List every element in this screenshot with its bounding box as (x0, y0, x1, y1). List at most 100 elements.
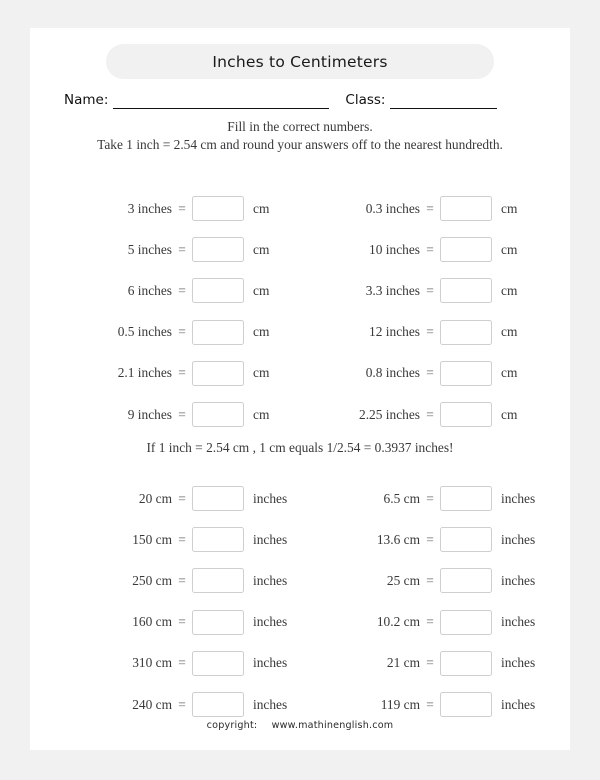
problem-row: 20 cm = inches 6.5 cm = inches (30, 478, 570, 519)
instruction-line-2: Take 1 inch = 2.54 cm and round your ans… (97, 137, 503, 152)
problem-value: 2.25 inches (359, 406, 420, 422)
equals-sign: = (178, 324, 186, 340)
answer-input[interactable] (440, 196, 492, 222)
problem-row: 160 cm = inches 10.2 cm = inches (30, 602, 570, 643)
answer-input[interactable] (192, 237, 244, 263)
equals-sign: = (178, 531, 186, 547)
problem-cell: 150 cm = inches (64, 519, 298, 560)
problem-cell: 310 cm = inches (64, 643, 298, 684)
problem-row: 3 inches = cm 0.3 inches = cm (30, 188, 570, 229)
problem-cell: 2.25 inches = cm (312, 394, 546, 435)
problem-row: 150 cm = inches 13.6 cm = inches (30, 519, 570, 560)
equals-sign: = (426, 365, 434, 381)
problem-unit: inches (253, 572, 288, 588)
answer-input[interactable] (192, 527, 244, 553)
equals-sign: = (426, 200, 434, 216)
instruction-line-1: Fill in the correct numbers. (227, 119, 373, 134)
answer-input[interactable] (192, 278, 244, 304)
problem-value: 0.3 inches (365, 200, 420, 216)
problem-cell: 3.3 inches = cm (312, 270, 546, 311)
answer-input[interactable] (192, 609, 244, 635)
answer-input[interactable] (192, 650, 244, 676)
answer-input[interactable] (440, 568, 492, 594)
footer: copyright: www.mathinenglish.com (30, 720, 570, 731)
answer-input[interactable] (440, 692, 492, 718)
answer-input[interactable] (440, 527, 492, 553)
equals-sign: = (178, 406, 186, 422)
problem-cell: 6 inches = cm (64, 270, 298, 311)
answer-input[interactable] (192, 319, 244, 345)
problem-cell: 2.1 inches = cm (64, 353, 298, 394)
problem-unit: inches (253, 655, 288, 671)
problem-cell: 0.5 inches = cm (64, 312, 298, 353)
problem-unit: inches (501, 490, 536, 506)
answer-input[interactable] (440, 486, 492, 512)
footer-site-link[interactable]: www.mathinenglish.com (272, 720, 394, 731)
page-title: Inches to Centimeters (212, 52, 388, 71)
equals-sign: = (178, 241, 186, 257)
answer-input[interactable] (440, 609, 492, 635)
equals-sign: = (178, 696, 186, 712)
problem-value: 5 inches (127, 241, 172, 257)
equals-sign: = (426, 696, 434, 712)
class-input-rule[interactable] (390, 92, 498, 109)
class-label: Class: (345, 92, 386, 108)
answer-input[interactable] (192, 692, 244, 718)
answer-input[interactable] (192, 360, 244, 386)
answer-input[interactable] (440, 360, 492, 386)
equals-sign: = (178, 614, 186, 630)
problem-unit: inches (253, 614, 288, 630)
equals-sign: = (426, 406, 434, 422)
name-class-line: Name: Class: (64, 85, 540, 109)
answer-input[interactable] (192, 568, 244, 594)
problem-row: 5 inches = cm 10 inches = cm (30, 229, 570, 270)
answer-input[interactable] (440, 402, 492, 428)
problem-cell: 12 inches = cm (312, 312, 546, 353)
equals-sign: = (426, 655, 434, 671)
problem-row: 9 inches = cm 2.25 inches = cm (30, 394, 570, 435)
problem-value: 3 inches (127, 200, 172, 216)
equals-sign: = (426, 324, 434, 340)
problem-cell: 9 inches = cm (64, 394, 298, 435)
title-banner: Inches to Centimeters (106, 44, 494, 79)
problem-value: 0.5 inches (117, 324, 172, 340)
problem-value: 25 cm (386, 572, 420, 588)
answer-input[interactable] (192, 402, 244, 428)
problem-cell: 10 inches = cm (312, 229, 546, 270)
equals-sign: = (178, 365, 186, 381)
problem-unit: cm (501, 365, 518, 381)
problem-unit: cm (501, 241, 518, 257)
problem-unit: cm (501, 282, 518, 298)
conversion-note: If 1 inch = 2.54 cm , 1 cm equals 1/2.54… (146, 440, 454, 455)
problem-cell: 20 cm = inches (64, 478, 298, 519)
problem-cell: 5 inches = cm (64, 229, 298, 270)
answer-input[interactable] (192, 196, 244, 222)
problem-cell: 0.8 inches = cm (312, 353, 546, 394)
section-centimeters-to-inches: 20 cm = inches 6.5 cm = inches 150 cm = inches 13… (30, 478, 570, 725)
problem-unit: cm (253, 200, 270, 216)
problem-unit: cm (253, 282, 270, 298)
problem-value: 13.6 cm (376, 531, 420, 547)
problem-cell: 240 cm = inches (64, 684, 298, 725)
name-input-rule[interactable] (113, 92, 330, 109)
problem-cell: 119 cm = inches (312, 684, 546, 725)
problem-cell: 21 cm = inches (312, 643, 546, 684)
problem-cell: 10.2 cm = inches (312, 602, 546, 643)
problem-cell: 3 inches = cm (64, 188, 298, 229)
answer-input[interactable] (440, 319, 492, 345)
problem-value: 2.1 inches (117, 365, 172, 381)
answer-input[interactable] (440, 650, 492, 676)
equals-sign: = (426, 614, 434, 630)
answer-input[interactable] (192, 486, 244, 512)
problem-value: 0.8 inches (365, 365, 420, 381)
problem-unit: inches (501, 655, 536, 671)
problem-value: 310 cm (132, 655, 172, 671)
equals-sign: = (178, 490, 186, 506)
problem-value: 12 inches (369, 324, 420, 340)
answer-input[interactable] (440, 278, 492, 304)
instructions: Fill in the correct numbers. Take 1 inch… (30, 118, 570, 154)
problem-value: 10.2 cm (376, 614, 420, 630)
problem-value: 6 inches (127, 282, 172, 298)
problem-unit: inches (253, 696, 288, 712)
answer-input[interactable] (440, 237, 492, 263)
